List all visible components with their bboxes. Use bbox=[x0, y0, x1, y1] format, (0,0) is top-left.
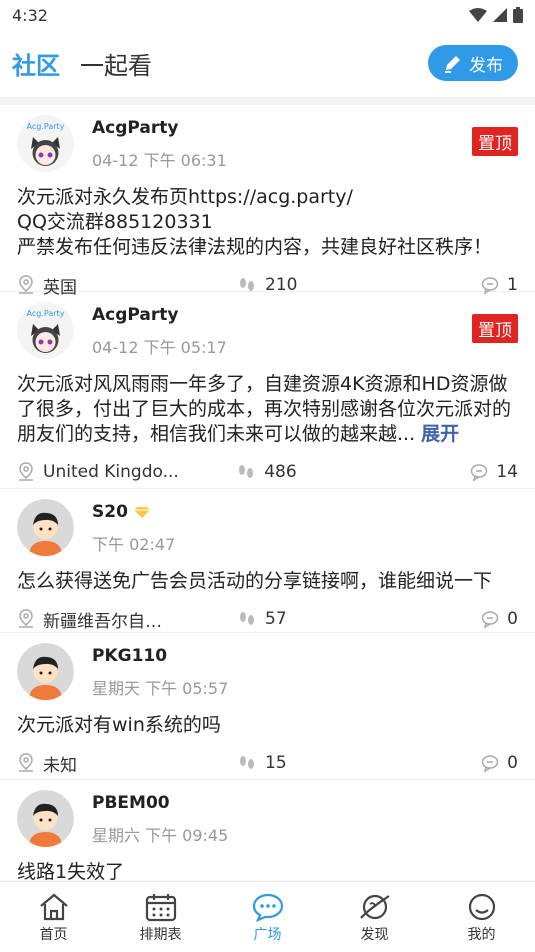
wifi-icon bbox=[469, 8, 487, 22]
user-name[interactable]: AcgParty bbox=[92, 305, 227, 325]
svg-text:Acg.Party: Acg.Party bbox=[27, 122, 65, 131]
post-item[interactable]: Acg.Party AcgParty 04-12 下午 05:17 置顶 次元派… bbox=[0, 292, 535, 489]
nav-label: 发现 bbox=[360, 927, 389, 943]
post-location: 未知 bbox=[17, 751, 237, 776]
post-item[interactable]: Acg.Party AcgParty 04-12 下午 06:31 置顶 次元派… bbox=[0, 105, 535, 298]
vip-diamond-icon bbox=[133, 507, 150, 518]
nav-item-square[interactable]: 广场 bbox=[214, 882, 321, 952]
pinned-badge: 置顶 bbox=[472, 127, 518, 156]
publish-label: 发布 bbox=[469, 55, 503, 76]
nav-item-mine[interactable]: 我的 bbox=[428, 882, 535, 952]
avatar[interactable] bbox=[17, 499, 74, 556]
comment-icon bbox=[481, 755, 499, 772]
nav-item-home[interactable]: 首页 bbox=[0, 882, 107, 952]
chat-bubble-icon bbox=[252, 893, 283, 922]
svg-text:Acg.Party: Acg.Party bbox=[27, 309, 65, 318]
post-comments[interactable]: 14 bbox=[470, 462, 518, 482]
status-time: 4:32 bbox=[12, 5, 48, 25]
nav-item-discover[interactable]: 发现 bbox=[321, 882, 428, 952]
post-views: 57 bbox=[237, 609, 472, 629]
post-item[interactable]: S20 下午 02:47 怎么获得送免广告会员活动的分享链接啊，谁能细说一下 新… bbox=[0, 489, 535, 633]
post-time: 04-12 下午 05:17 bbox=[92, 338, 227, 357]
post-item[interactable]: PBEM00 星期六 下午 09:45 线路1失效了 bbox=[0, 780, 535, 881]
post-content[interactable]: 次元派对风风雨雨一年多了，自建资源4K资源和HD资源做了很多，付出了巨大的成本，… bbox=[17, 372, 518, 447]
post-content[interactable]: 次元派对永久发布页https://acg.party/ QQ交流群8851203… bbox=[17, 185, 518, 260]
post-content[interactable]: 怎么获得送免广告会员活动的分享链接啊，谁能细说一下 bbox=[17, 569, 518, 594]
nav-label: 广场 bbox=[253, 927, 282, 943]
user-name[interactable]: S20 bbox=[92, 502, 175, 522]
views-count: 15 bbox=[265, 753, 287, 773]
avatar[interactable] bbox=[17, 790, 74, 847]
post-time: 星期天 下午 05:57 bbox=[92, 679, 229, 698]
location-pin-icon bbox=[19, 609, 33, 628]
user-name[interactable]: PBEM00 bbox=[92, 793, 228, 813]
nav-item-schedule[interactable]: 排期表 bbox=[107, 882, 214, 952]
post-views: 15 bbox=[237, 753, 472, 773]
comments-count: 0 bbox=[507, 753, 518, 773]
post-time: 下午 02:47 bbox=[92, 535, 176, 554]
post-feed[interactable]: Acg.Party AcgParty 04-12 下午 06:31 置顶 次元派… bbox=[0, 105, 535, 881]
location-pin-icon bbox=[19, 462, 33, 481]
footprint-icon bbox=[239, 465, 254, 478]
post-content[interactable]: 线路1失效了 bbox=[17, 860, 518, 881]
post-time: 04-12 下午 06:31 bbox=[92, 151, 227, 170]
views-count: 486 bbox=[264, 462, 297, 482]
signal-icon bbox=[493, 8, 507, 22]
nav-label: 我的 bbox=[467, 927, 496, 943]
footprint-icon bbox=[240, 756, 254, 769]
pinned-badge: 置顶 bbox=[472, 314, 518, 343]
planet-icon bbox=[359, 894, 390, 920]
comment-icon bbox=[471, 464, 488, 481]
home-icon bbox=[39, 893, 68, 921]
publish-button[interactable]: 发布 bbox=[428, 45, 518, 81]
post-views: 486 bbox=[236, 462, 470, 482]
location-text: 新疆维吾尔自… bbox=[43, 611, 162, 632]
location-pin-icon bbox=[19, 753, 33, 772]
post-content[interactable]: 次元派对有win系统的吗 bbox=[17, 713, 518, 738]
battery-icon bbox=[513, 7, 523, 23]
footprint-icon bbox=[240, 612, 254, 625]
views-count: 57 bbox=[265, 609, 287, 629]
smile-icon bbox=[468, 893, 495, 921]
header-divider bbox=[0, 97, 535, 105]
user-name-text: S20 bbox=[92, 502, 128, 522]
nav-label: 排期表 bbox=[139, 927, 182, 943]
pencil-icon bbox=[445, 56, 460, 73]
comments-count: 14 bbox=[496, 462, 518, 482]
post-item[interactable]: PKG110 星期天 下午 05:57 次元派对有win系统的吗 未知 15 0 bbox=[0, 633, 535, 780]
avatar[interactable]: Acg.Party bbox=[17, 115, 74, 172]
expand-link[interactable]: 展开 bbox=[421, 423, 459, 445]
post-comments[interactable]: 0 bbox=[481, 753, 518, 773]
top-bar: 社区 一起看 发布 bbox=[0, 30, 535, 97]
calendar-icon bbox=[145, 894, 176, 922]
status-bar: 4:32 bbox=[0, 0, 535, 30]
bottom-nav: 首页 排期表 广场 发现 我的 bbox=[0, 881, 535, 952]
tab-community[interactable]: 社区 bbox=[12, 46, 60, 81]
comment-icon bbox=[481, 611, 499, 628]
post-location: 新疆维吾尔自… bbox=[17, 607, 237, 632]
avatar[interactable] bbox=[17, 643, 74, 700]
system-icons bbox=[469, 7, 523, 23]
location-text: United Kingdo... bbox=[43, 462, 179, 482]
user-name[interactable]: AcgParty bbox=[92, 118, 227, 138]
avatar[interactable]: Acg.Party bbox=[17, 302, 74, 359]
user-name[interactable]: PKG110 bbox=[92, 646, 228, 666]
location-text: 未知 bbox=[43, 755, 77, 776]
post-time: 星期六 下午 09:45 bbox=[92, 826, 229, 845]
post-location: United Kingdo... bbox=[17, 462, 236, 482]
post-comments[interactable]: 0 bbox=[481, 609, 518, 629]
comments-count: 0 bbox=[507, 609, 518, 629]
nav-label: 首页 bbox=[39, 927, 68, 943]
tab-watch-together[interactable]: 一起看 bbox=[80, 46, 152, 81]
